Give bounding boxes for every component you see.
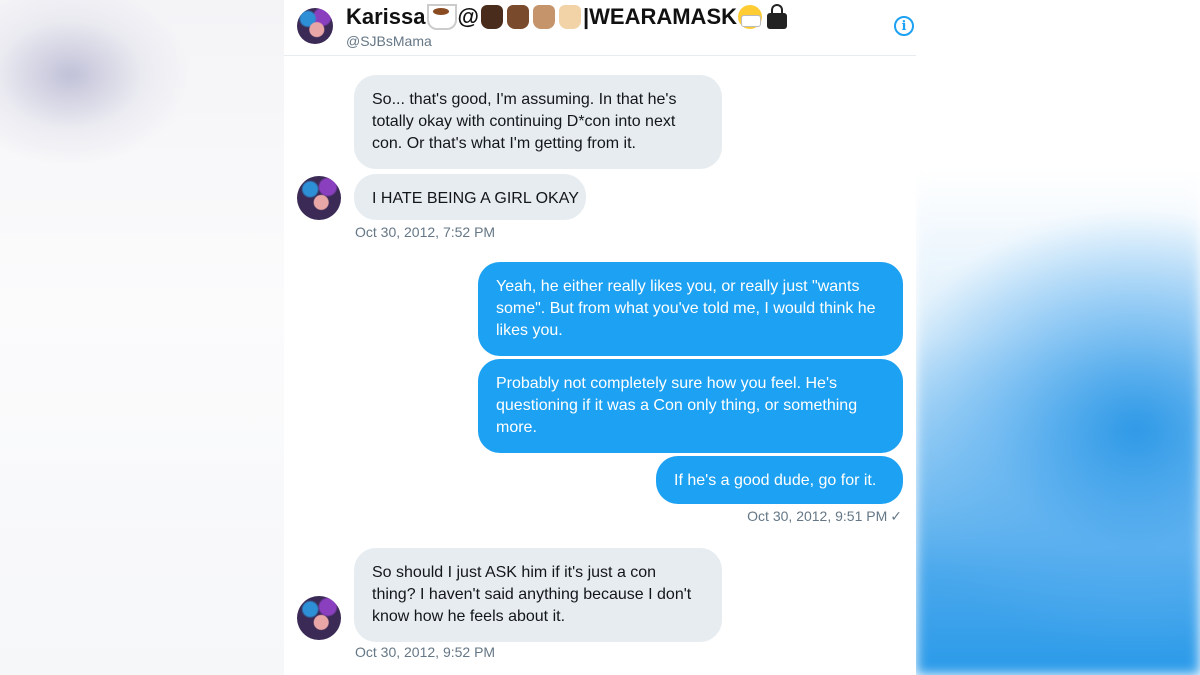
message-timestamp: Oct 30, 2012, 9:52 PM [355,644,496,660]
outgoing-message-bubble[interactable]: If he's a good dude, go for it. [656,456,903,504]
incoming-message-bubble[interactable]: So... that's good, I'm assuming. In that… [354,75,722,169]
read-receipt-check-icon: ✓ [890,508,902,524]
blurred-background-right [916,0,1200,675]
message-meta: Oct 30, 2012, 9:51 PM ✓ [747,508,902,525]
raised-fist-light-icon [558,5,581,29]
contact-display-name[interactable]: Karissa @ |WEARAMASK [346,4,788,30]
lock-icon [767,4,788,29]
incoming-message-bubble[interactable]: So should I just ASK him if it's just a … [354,548,722,642]
at-symbol: @ [457,4,479,29]
contact-avatar[interactable] [297,596,341,640]
blurred-background-left [0,0,284,675]
message-timestamp: Oct 30, 2012, 9:51 PM [747,508,888,524]
raised-fist-medium-icon [532,5,555,29]
outgoing-message-bubble[interactable]: Yeah, he either really likes you, or rea… [478,262,903,356]
info-icon[interactable]: i [894,16,914,36]
raised-fist-medium-dark-icon [506,5,529,29]
contact-avatar[interactable] [297,176,341,220]
hot-beverage-icon [426,4,457,30]
message-timestamp: Oct 30, 2012, 7:52 PM [355,224,496,240]
raised-fist-dark-icon [480,5,503,29]
contact-handle[interactable]: @SJBsMama [346,33,432,49]
contact-name: Karissa [346,4,426,29]
contact-name-suffix: |WEARAMASK [582,4,738,29]
contact-avatar[interactable] [297,8,333,44]
incoming-message-bubble[interactable]: I HATE BEING A GIRL OKAY [354,174,586,220]
outgoing-message-bubble[interactable]: Probably not completely sure how you fee… [478,359,903,453]
conversation-header: Karissa @ |WEARAMASK @SJBsMama i [284,0,916,56]
conversation-panel: Karissa @ |WEARAMASK @SJBsMama i So... t… [284,0,916,675]
face-with-mask-icon [738,5,763,29]
